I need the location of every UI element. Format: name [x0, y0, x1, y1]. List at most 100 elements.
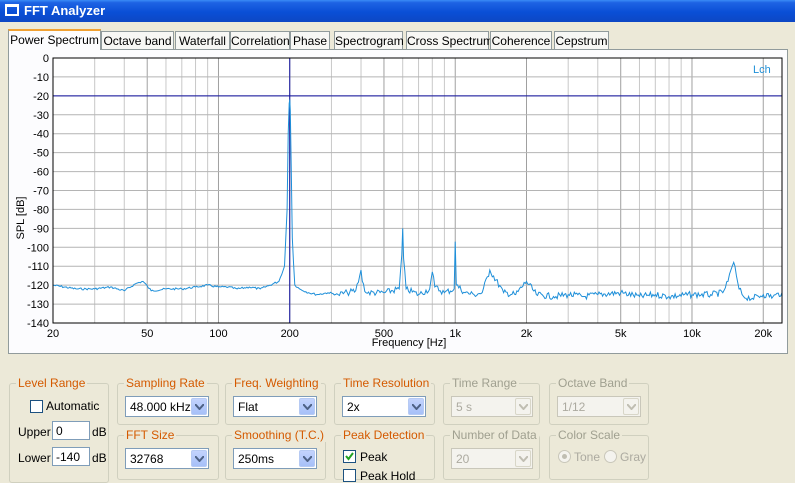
peak-hold-checkbox[interactable]	[343, 469, 356, 482]
time-range-select[interactable]: 5 s	[451, 396, 533, 417]
time-range-value: 5 s	[456, 400, 473, 414]
time-resolution-group: Time Resolution 2x	[334, 376, 435, 425]
x-tick-label: 50	[141, 328, 153, 340]
x-tick-label: 20	[47, 328, 59, 340]
octave-band-value: 1/12	[562, 400, 586, 414]
y-tick-label: -120	[27, 280, 49, 292]
x-tick-label: 2k	[521, 328, 533, 340]
y-tick-label: -10	[33, 72, 49, 84]
peak-detection-group: Peak Detection Peak Peak Hold	[334, 428, 435, 483]
number-of-data-title: Number of Data	[450, 428, 539, 442]
y-tick-label: -130	[27, 299, 49, 311]
sampling-rate-group: Sampling Rate 48.000 kHz	[117, 376, 219, 425]
y-tick-label: -60	[33, 167, 49, 179]
level-range-group: Level Range Automatic Upper 0 dB Lower -…	[9, 376, 109, 483]
tab-waterfall[interactable]: Waterfall	[175, 31, 230, 49]
tab-phase[interactable]: Phase	[290, 31, 330, 49]
x-tick-label: 5k	[615, 328, 627, 340]
octave-band-title: Octave Band	[556, 376, 630, 390]
x-tick-label: 20k	[754, 328, 772, 340]
smoothing-group: Smoothing (T.C.) 250ms	[225, 428, 327, 480]
upper-unit: dB	[92, 425, 107, 439]
fft-size-select[interactable]: 32768	[125, 448, 209, 469]
smoothing-value: 250ms	[238, 452, 275, 466]
chevron-down-icon	[515, 398, 531, 415]
y-tick-label: -110	[28, 261, 49, 273]
y-tick-labels: 0 -10 -20 -30 -40 -50 -60 -70 -80 -90 -100 -110 -120…	[27, 53, 49, 330]
gray-label: Gray	[620, 450, 647, 464]
freq-weighting-value: Flat	[238, 400, 259, 414]
chevron-down-icon[interactable]	[191, 450, 207, 467]
fft-size-group: FFT Size 32768	[117, 428, 219, 480]
y-tick-label: -70	[33, 186, 49, 198]
chevron-down-icon[interactable]	[299, 450, 315, 467]
chevron-down-icon[interactable]	[191, 398, 207, 415]
color-scale-title: Color Scale	[556, 428, 623, 442]
y-tick-label: -50	[33, 148, 49, 160]
chevron-down-icon[interactable]	[299, 398, 315, 415]
title-bar: FFT Analyzer	[0, 0, 795, 22]
fft-size-title: FFT Size	[124, 428, 177, 442]
smoothing-select[interactable]: 250ms	[233, 448, 317, 469]
smoothing-title: Smoothing (T.C.)	[232, 428, 327, 442]
tab-coherence[interactable]: Coherence	[490, 31, 552, 49]
automatic-checkbox[interactable]	[30, 400, 43, 413]
peak-hold-label: Peak Hold	[360, 469, 416, 483]
peak-checkbox[interactable]	[343, 450, 356, 463]
x-tick-label: 100	[209, 328, 227, 340]
y-axis-label: SPL [dB]	[15, 196, 27, 240]
x-tick-label: 10k	[683, 328, 701, 340]
peak-label: Peak	[360, 450, 388, 464]
sampling-rate-value: 48.000 kHz	[130, 400, 191, 414]
tab-correlation[interactable]: Correlation	[230, 31, 290, 49]
level-range-title: Level Range	[16, 376, 88, 390]
gray-radio[interactable]	[604, 450, 617, 463]
octave-band-select[interactable]: 1/12	[557, 396, 641, 417]
fft-size-value: 32768	[130, 452, 164, 466]
number-of-data-select[interactable]: 20	[451, 448, 533, 469]
x-axis-label: Frequency [Hz]	[371, 337, 447, 349]
chevron-down-icon	[623, 398, 639, 415]
y-tick-label: -80	[33, 204, 49, 216]
time-range-group: Time Range 5 s	[443, 376, 540, 425]
chevron-down-icon[interactable]	[408, 398, 424, 415]
power-spectrum-panel: 0 -10 -20 -30 -40 -50 -60 -70 -80 -90 -100 -110 -120…	[8, 49, 788, 354]
number-of-data-group: Number of Data 20	[443, 428, 540, 480]
y-tick-label: -20	[33, 91, 49, 103]
color-scale-group: Color Scale Tone Gray	[549, 428, 649, 480]
peak-detection-title: Peak Detection	[341, 428, 427, 442]
window-icon	[5, 4, 19, 16]
y-tick-label: -140	[27, 318, 49, 330]
upper-input[interactable]: 0	[52, 421, 90, 440]
tab-octave-band[interactable]: Octave band	[101, 31, 174, 49]
tone-label: Tone	[574, 450, 601, 464]
y-tick-label: -40	[33, 129, 49, 141]
sampling-rate-title: Sampling Rate	[124, 376, 207, 390]
chevron-down-icon	[515, 450, 531, 467]
window-title: FFT Analyzer	[24, 3, 106, 18]
y-tick-label: -100	[27, 242, 49, 254]
x-tick-label: 200	[281, 328, 299, 340]
tab-cross-spectrum[interactable]: Cross Spectrum	[406, 31, 493, 49]
tab-power-spectrum[interactable]: Power Spectrum	[8, 29, 101, 50]
sampling-rate-select[interactable]: 48.000 kHz	[125, 396, 209, 417]
lower-input[interactable]: -140	[52, 447, 90, 466]
freq-weighting-group: Freq. Weighting Flat	[225, 376, 326, 425]
time-range-title: Time Range	[450, 376, 519, 390]
time-resolution-select[interactable]: 2x	[342, 396, 426, 417]
time-resolution-value: 2x	[347, 400, 360, 414]
spectrum-chart[interactable]: 0 -10 -20 -30 -40 -50 -60 -70 -80 -90 -100 -110 -120…	[9, 50, 787, 353]
y-tick-label: -30	[33, 110, 49, 122]
automatic-label: Automatic	[46, 399, 100, 413]
legend-lch: Lch	[753, 64, 771, 76]
check-icon	[345, 452, 354, 461]
y-tick-label: 0	[43, 53, 49, 65]
tab-cepstrum[interactable]: Cepstrum	[554, 31, 609, 49]
freq-weighting-title: Freq. Weighting	[232, 376, 321, 390]
lower-unit: dB	[92, 451, 107, 465]
y-tick-label: -90	[33, 223, 49, 235]
number-of-data-value: 20	[456, 452, 470, 466]
tone-radio[interactable]	[558, 450, 571, 463]
tab-spectrogram[interactable]: Spectrogram	[334, 31, 404, 49]
freq-weighting-select[interactable]: Flat	[233, 396, 317, 417]
